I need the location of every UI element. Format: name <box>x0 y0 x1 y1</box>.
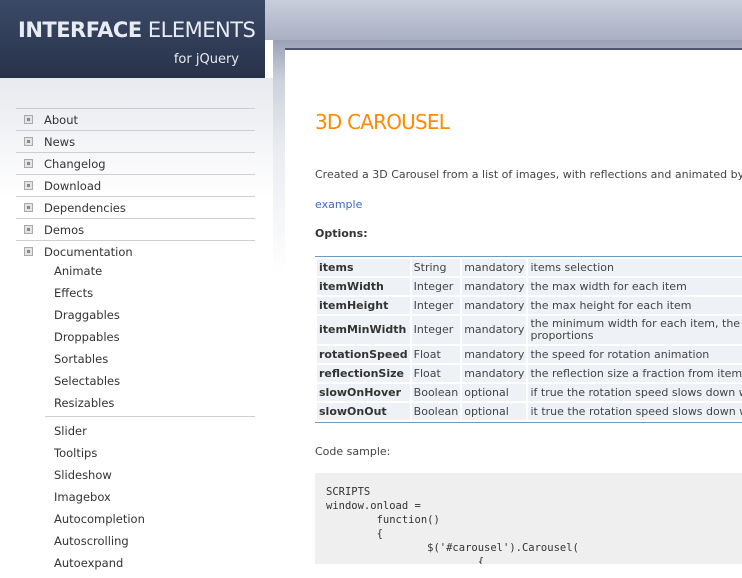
option-required: mandatory <box>462 346 527 363</box>
logo[interactable]: INTERFACE ELEMENTS for jQuery <box>0 0 265 78</box>
subnav-item-selectables[interactable]: Selectables <box>54 374 120 396</box>
sidebar-item-download[interactable]: Download <box>16 174 255 196</box>
subnav-item-tooltips[interactable]: Tooltips <box>54 446 145 468</box>
option-required: optional <box>462 403 527 420</box>
logo-title: INTERFACE ELEMENTS <box>18 18 256 42</box>
option-name: itemWidth <box>317 278 410 295</box>
option-type: Integer <box>411 278 461 295</box>
table-row: itemHeight Integer mandatory the max height… <box>317 297 742 314</box>
code-line: SCRIPTS <box>326 486 371 498</box>
subnav-item-autocompletion[interactable]: Autocompletion <box>54 512 145 534</box>
option-type: String <box>411 259 461 276</box>
example-link[interactable]: example <box>315 198 362 211</box>
bullet-icon <box>24 159 33 168</box>
option-description: items selection <box>528 259 742 276</box>
table-row: items String mandatory items selection <box>317 259 742 276</box>
option-type: Float <box>411 346 461 363</box>
sidebar-item-dependencies[interactable]: Dependencies <box>16 196 255 218</box>
header-band <box>265 0 742 40</box>
code-line: window.onload = <box>326 500 421 512</box>
sidebar-item-label: Documentation <box>44 245 133 259</box>
bullet-icon <box>24 137 33 146</box>
bullet-icon <box>24 203 33 212</box>
subnav-item-resizables[interactable]: Resizables <box>54 396 120 418</box>
plugins-subnav: Slider Tooltips Slideshow Imagebox Autocompl… <box>54 424 145 578</box>
option-type: Integer <box>411 297 461 314</box>
subnav-item-autoexpand[interactable]: Autoexpand <box>54 556 145 578</box>
table-row: itemMinWidth Integer mandatory the minimum … <box>317 316 742 344</box>
option-type: Integer <box>411 316 461 344</box>
code-line: { <box>326 556 485 564</box>
subnav-item-slideshow[interactable]: Slideshow <box>54 468 145 490</box>
option-required: mandatory <box>462 259 527 276</box>
table-row: reflectionSize Float mandatory the reflecti… <box>317 365 742 382</box>
option-name: rotationSpeed <box>317 346 410 363</box>
logo-subtitle: for jQuery <box>173 52 239 67</box>
table-row: slowOnOut Boolean optional it true the rota… <box>317 403 742 420</box>
option-name: slowOnHover <box>317 384 410 401</box>
options-table: items String mandatory items selection itemW… <box>315 256 742 423</box>
option-required: optional <box>462 384 527 401</box>
subnav-item-effects[interactable]: Effects <box>54 286 120 308</box>
subnav-item-animate[interactable]: Animate <box>54 264 120 286</box>
option-required: mandatory <box>462 297 527 314</box>
sidebar-item-documentation[interactable]: Documentation <box>16 240 255 262</box>
subnav-item-draggables[interactable]: Draggables <box>54 308 120 330</box>
option-type: Float <box>411 365 461 382</box>
page-title: 3D CAROUSEL <box>315 110 450 134</box>
sidebar-item-label: Demos <box>44 223 85 237</box>
subnav-item-droppables[interactable]: Droppables <box>54 330 120 352</box>
option-type: Boolean <box>411 384 461 401</box>
option-description: the reflection size a fraction from item… <box>528 365 742 382</box>
sidebar-item-label: Changelog <box>44 157 106 171</box>
table-row: rotationSpeed Float mandatory the speed for… <box>317 346 742 363</box>
option-name: reflectionSize <box>317 365 410 382</box>
content-panel: 3D CAROUSEL Created a 3D Carousel from a… <box>285 48 742 564</box>
option-description: the minimum width for each item, the hei… <box>528 316 742 344</box>
code-sample: SCRIPTS window.onload = function() { $('#… <box>315 473 742 564</box>
code-line: $('#carousel').Carousel( <box>326 542 579 554</box>
option-required: mandatory <box>462 365 527 382</box>
sidebar-item-label: News <box>44 135 76 149</box>
sidebar-item-label: About <box>44 113 79 127</box>
code-line: { <box>326 528 383 540</box>
documentation-subnav: Animate Effects Draggables Droppables Sortab… <box>54 264 120 418</box>
code-sample-label: Code sample: <box>315 445 391 458</box>
bullet-icon <box>24 181 33 190</box>
table-row: slowOnHover Boolean optional if true the ro… <box>317 384 742 401</box>
subnav-item-autoscrolling[interactable]: Autoscrolling <box>54 534 145 556</box>
subnav-item-imagebox[interactable]: Imagebox <box>54 490 145 512</box>
sidebar-item-label: Download <box>44 179 102 193</box>
option-name: itemMinWidth <box>317 316 410 344</box>
bullet-icon <box>24 225 33 234</box>
option-required: mandatory <box>462 278 527 295</box>
option-required: mandatory <box>462 316 527 344</box>
option-description: the speed for rotation animation <box>528 346 742 363</box>
sidebar-item-demos[interactable]: Demos <box>16 218 255 240</box>
sidebar-item-label: Dependencies <box>44 201 126 215</box>
options-heading: Options: <box>315 227 368 240</box>
option-description: it true the rotation speed slows down wh… <box>528 403 742 420</box>
subnav-item-slider[interactable]: Slider <box>54 424 145 446</box>
sidebar-item-news[interactable]: News <box>16 130 255 152</box>
sidebar-nav: About News Changelog Download Dependencies De… <box>16 108 255 262</box>
sidebar-item-changelog[interactable]: Changelog <box>16 152 255 174</box>
subnav-item-sortables[interactable]: Sortables <box>54 352 120 374</box>
bullet-icon <box>24 115 33 124</box>
table-row: itemWidth Integer mandatory the max width f… <box>317 278 742 295</box>
code-line: function() <box>326 514 440 526</box>
sidebar-item-about[interactable]: About <box>16 108 255 130</box>
option-type: Boolean <box>411 403 461 420</box>
option-name: slowOnOut <box>317 403 410 420</box>
option-name: items <box>317 259 410 276</box>
option-description: the max width for each item <box>528 278 742 295</box>
option-name: itemHeight <box>317 297 410 314</box>
bullet-icon <box>24 247 33 256</box>
option-description: the max height for each item <box>528 297 742 314</box>
option-description: if true the rotation speed slows down wh… <box>528 384 742 401</box>
intro-text: Created a 3D Carousel from a list of ima… <box>315 168 742 181</box>
subnav-divider <box>45 416 255 417</box>
